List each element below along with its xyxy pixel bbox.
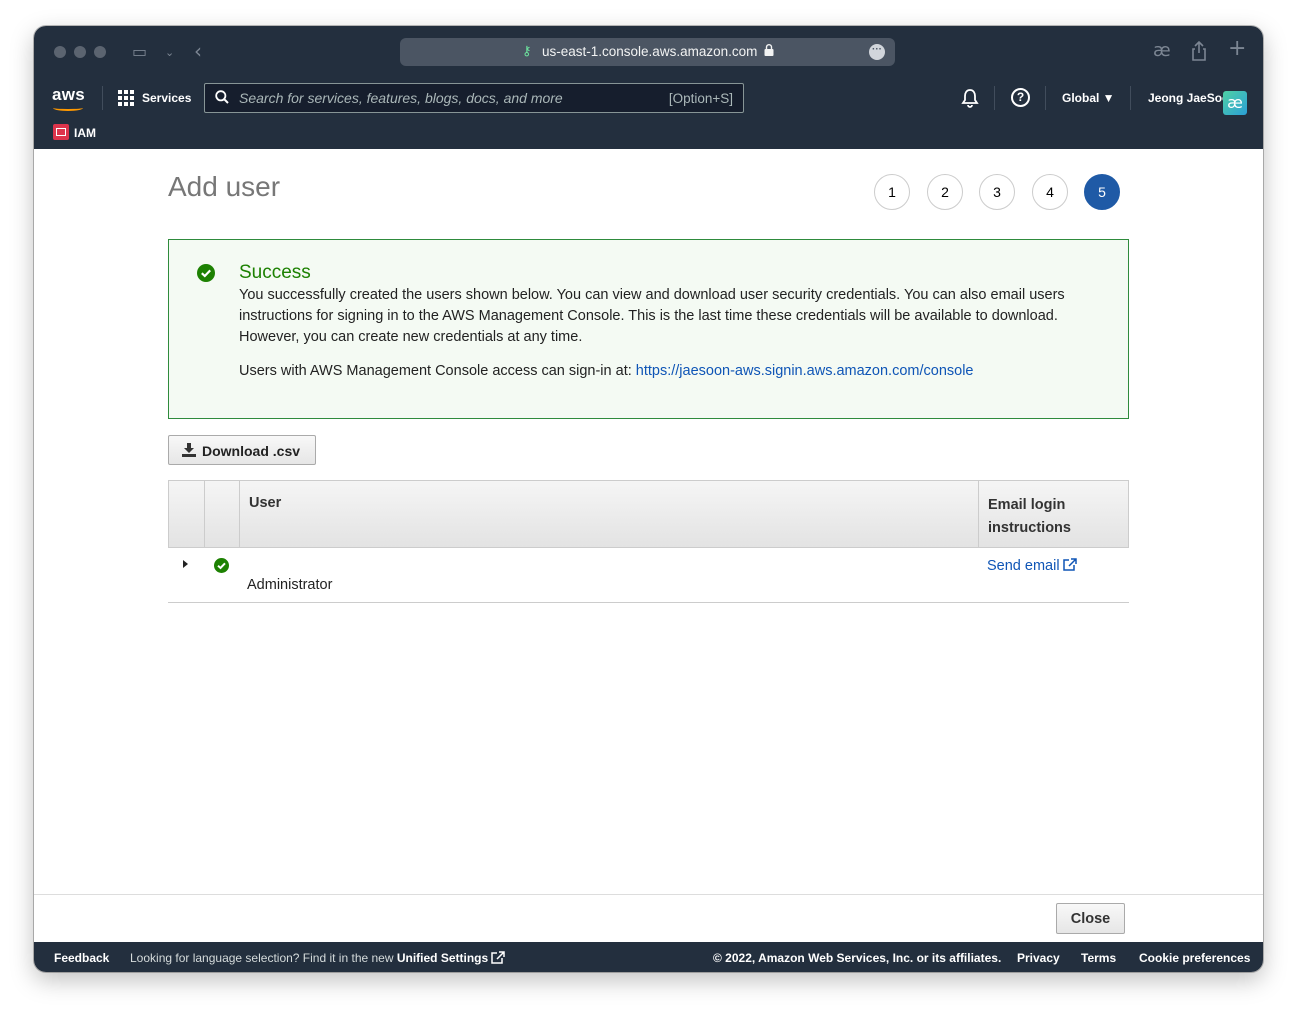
aws-logo[interactable]: aws: [52, 85, 85, 105]
table-row: Administrator Send email: [168, 548, 1129, 603]
step-2: 2: [927, 174, 963, 210]
terms-link[interactable]: Terms: [1081, 951, 1116, 965]
chevron-down-icon[interactable]: ⌄: [165, 45, 174, 61]
copyright: © 2022, Amazon Web Services, Inc. or its…: [713, 951, 1002, 965]
aws-top-nav: aws Services [Option+S] ? Global ▼ Jeong…: [34, 78, 1263, 118]
alert-title: Success: [239, 262, 311, 283]
nav-divider: [994, 86, 995, 110]
alert-body: You successfully created the users shown…: [239, 287, 1065, 345]
main-content: Add user 1 2 3 4 5 Success You successfu…: [34, 149, 1263, 894]
page-title: Add user: [168, 171, 281, 202]
browser-window: ▭ ⌄ ‹ ⚷ us-east-1.console.aws.amazon.com…: [34, 26, 1263, 972]
unified-settings-link[interactable]: Unified Settings: [397, 951, 488, 965]
aws-logo-smile: [53, 105, 83, 111]
step-4: 4: [1032, 174, 1068, 210]
minimize-window-button[interactable]: [74, 46, 86, 58]
back-icon[interactable]: ‹: [194, 41, 202, 61]
search-shortcut-hint: [Option+S]: [668, 91, 733, 106]
feedback-link[interactable]: Feedback: [54, 951, 109, 965]
signin-prefix: Users with AWS Management Console access…: [239, 363, 636, 379]
nav-divider: [102, 86, 103, 110]
help-icon[interactable]: ?: [1011, 88, 1030, 107]
close-window-button[interactable]: [54, 46, 66, 58]
external-link-icon: [1062, 558, 1077, 571]
sidebar-toggle-icon[interactable]: ▭: [132, 44, 147, 60]
success-check-icon: [197, 264, 215, 282]
extension-icon[interactable]: æ: [1153, 42, 1171, 60]
iam-service-link[interactable]: IAM: [74, 126, 96, 140]
new-tab-icon[interactable]: +: [1228, 38, 1246, 60]
step-5-active: 5: [1084, 174, 1120, 210]
external-link-icon: [491, 951, 505, 964]
iam-service-icon: [53, 124, 69, 140]
download-icon: [182, 443, 196, 457]
download-csv-label: Download .csv: [202, 443, 301, 459]
row-success-icon: [214, 558, 229, 573]
region-selector[interactable]: Global ▼: [1062, 91, 1115, 105]
extension-avatar-icon[interactable]: æ: [1223, 91, 1247, 115]
share-icon[interactable]: [1191, 41, 1207, 61]
nav-divider: [1045, 86, 1046, 110]
download-csv-button[interactable]: Download .csv: [168, 435, 316, 465]
console-signin-link[interactable]: https://jaesoon-aws.signin.aws.amazon.co…: [636, 363, 974, 379]
search-box[interactable]: [Option+S]: [204, 83, 744, 113]
expand-row-caret-icon[interactable]: [183, 560, 188, 568]
address-url: us-east-1.console.aws.amazon.com: [542, 44, 758, 59]
zoom-window-button[interactable]: [94, 46, 106, 58]
language-notice: Looking for language selection? Find it …: [130, 951, 505, 965]
signin-info: Users with AWS Management Console access…: [239, 363, 973, 379]
step-1: 1: [874, 174, 910, 210]
send-email-label: Send email: [987, 558, 1060, 574]
service-bar: IAM: [34, 118, 1263, 149]
expand-column-header: [169, 481, 205, 547]
notifications-bell-icon[interactable]: [960, 88, 980, 108]
language-prefix: Looking for language selection? Find it …: [130, 951, 397, 965]
user-column-header: User: [240, 481, 979, 547]
user-name-cell: Administrator: [247, 577, 333, 593]
wizard-footer: Close: [34, 894, 1263, 942]
lock-icon: [764, 44, 774, 56]
success-alert: Success You successfully created the use…: [168, 239, 1129, 419]
cookie-preferences-link[interactable]: Cookie preferences: [1139, 951, 1250, 965]
privacy-link[interactable]: Privacy: [1017, 951, 1060, 965]
console-footer: Feedback Looking for language selection?…: [34, 942, 1263, 972]
step-3: 3: [979, 174, 1015, 210]
nav-divider: [1130, 86, 1131, 110]
close-button[interactable]: Close: [1056, 903, 1125, 934]
search-icon: [215, 90, 229, 104]
address-bar[interactable]: ⚷ us-east-1.console.aws.amazon.com ···: [400, 38, 895, 66]
send-email-link[interactable]: Send email: [987, 558, 1077, 574]
page-menu-icon[interactable]: ···: [869, 44, 885, 60]
key-icon: ⚷: [522, 44, 532, 59]
table-header: User Email login instructions: [168, 480, 1129, 548]
services-grid-icon[interactable]: [118, 90, 134, 106]
search-input[interactable]: [239, 84, 649, 112]
email-column-header: Email login instructions: [988, 497, 1071, 536]
browser-toolbar: ▭ ⌄ ‹ ⚷ us-east-1.console.aws.amazon.com…: [34, 26, 1263, 78]
users-table: User Email login instructions Administra…: [168, 480, 1129, 603]
services-menu-button[interactable]: Services: [142, 91, 191, 105]
status-column-header: [205, 481, 240, 547]
